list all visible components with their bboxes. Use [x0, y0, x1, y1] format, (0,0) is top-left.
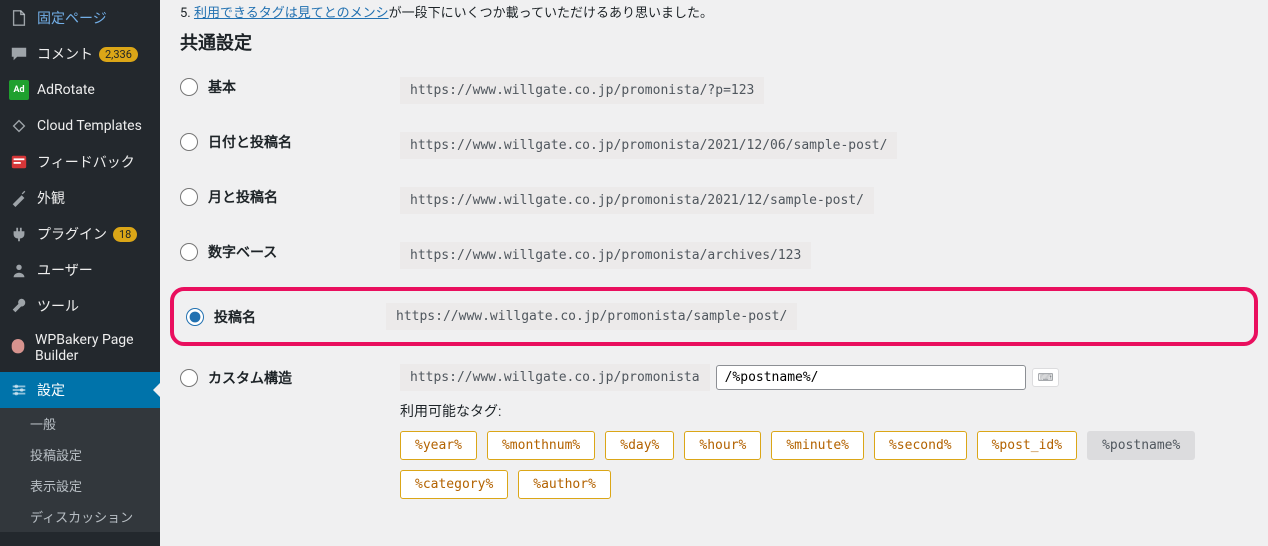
menu-label: コメント: [37, 44, 93, 64]
custom-structure-input[interactable]: [716, 365, 1026, 390]
label-plain: 基本: [208, 77, 236, 97]
radio-monthname[interactable]: [180, 188, 198, 206]
available-tags-label: 利用可能なタグ:: [400, 401, 1248, 421]
menu-label: WPBakery Page Builder: [35, 332, 151, 364]
menu-label: 固定ページ: [37, 8, 107, 28]
submenu-reading[interactable]: 表示設定: [0, 470, 160, 501]
radio-numeric[interactable]: [180, 243, 198, 261]
permalink-options: 基本 https://www.willgate.co.jp/promonista…: [180, 77, 1248, 499]
tag-buttons: %year% %monthnum% %day% %hour% %minute% %seco…: [400, 431, 1248, 499]
menu-label: ツール: [37, 296, 79, 316]
radio-dayname[interactable]: [180, 133, 198, 151]
menu-label: Cloud Templates: [37, 118, 142, 134]
menu-wpbakery[interactable]: WPBakery Page Builder: [0, 324, 160, 372]
tag-button-postname[interactable]: %postname%: [1087, 431, 1195, 460]
option-custom[interactable]: カスタム構造: [180, 364, 400, 388]
main-content: 5. 利用できるタグは見てとのメンシが一段下にいくつか載っていただけるあり思いま…: [160, 0, 1268, 546]
menu-pages[interactable]: 固定ページ: [0, 0, 160, 36]
tag-button-author[interactable]: %author%: [518, 470, 611, 499]
tag-button-category[interactable]: %category%: [400, 470, 508, 499]
menu-label: 設定: [37, 380, 65, 400]
adrotate-icon: Ad: [9, 80, 29, 100]
sample-monthname: https://www.willgate.co.jp/promonista/20…: [400, 187, 874, 214]
plugins-icon: [9, 224, 29, 244]
sample-postname: https://www.willgate.co.jp/promonista/sa…: [386, 303, 797, 330]
admin-sidebar: 固定ページ コメント 2,336 Ad AdRotate Cloud Templ…: [0, 0, 160, 546]
option-postname[interactable]: 投稿名: [186, 307, 386, 327]
radio-plain[interactable]: [180, 78, 198, 96]
comment-icon: [9, 44, 29, 64]
tag-button-post_id[interactable]: %post_id%: [977, 431, 1077, 460]
custom-base: https://www.willgate.co.jp/promonista: [400, 364, 710, 391]
menu-settings[interactable]: 設定: [0, 372, 160, 408]
label-monthname: 月と投稿名: [208, 187, 278, 207]
submenu-writing[interactable]: 投稿設定: [0, 439, 160, 470]
top-note-link[interactable]: 利用できるタグは見てとのメンシ: [194, 6, 389, 21]
sample-plain: https://www.willgate.co.jp/promonista/?p…: [400, 77, 764, 104]
menu-cloud-templates[interactable]: Cloud Templates: [0, 108, 160, 144]
feedback-icon: [9, 152, 29, 172]
top-note: 5. 利用できるタグは見てとのメンシが一段下にいくつか載っていただけるあり思いま…: [180, 0, 1248, 21]
users-icon: [9, 260, 29, 280]
radio-postname[interactable]: [186, 308, 204, 326]
menu-feedback[interactable]: フィードバック: [0, 144, 160, 180]
tag-button-day[interactable]: %day%: [605, 431, 674, 460]
menu-label: ユーザー: [37, 260, 93, 280]
sample-dayname: https://www.willgate.co.jp/promonista/20…: [400, 132, 897, 159]
settings-icon: [9, 380, 29, 400]
label-dayname: 日付と投稿名: [208, 132, 292, 152]
label-custom: カスタム構造: [208, 368, 292, 388]
menu-plugins[interactable]: プラグイン 18: [0, 216, 160, 252]
tag-button-minute[interactable]: %minute%: [771, 431, 864, 460]
section-heading: 共通設定: [180, 29, 1248, 55]
settings-submenu: 一般 投稿設定 表示設定 ディスカッション: [0, 408, 160, 532]
tag-button-year[interactable]: %year%: [400, 431, 477, 460]
wpbakery-icon: [9, 338, 27, 358]
menu-appearance[interactable]: 外観: [0, 180, 160, 216]
menu-label: フィードバック: [37, 152, 135, 172]
comments-count-badge: 2,336: [99, 47, 138, 62]
option-plain[interactable]: 基本: [180, 77, 400, 97]
menu-users[interactable]: ユーザー: [0, 252, 160, 288]
menu-label: プラグイン: [37, 224, 107, 244]
menu-label: 外観: [37, 188, 65, 208]
option-dayname[interactable]: 日付と投稿名: [180, 132, 400, 152]
keyboard-hint-icon: ⌨: [1032, 368, 1060, 387]
appearance-icon: [9, 188, 29, 208]
highlighted-postname-row: 投稿名 https://www.willgate.co.jp/promonist…: [170, 287, 1258, 346]
option-numeric[interactable]: 数字ベース: [180, 242, 400, 262]
plugins-count-badge: 18: [113, 227, 137, 242]
menu-adrotate[interactable]: Ad AdRotate: [0, 72, 160, 108]
label-postname: 投稿名: [214, 307, 256, 327]
menu-tools[interactable]: ツール: [0, 288, 160, 324]
submenu-discussion[interactable]: ディスカッション: [0, 501, 160, 532]
sample-numeric: https://www.willgate.co.jp/promonista/ar…: [400, 242, 811, 269]
tag-button-hour[interactable]: %hour%: [684, 431, 761, 460]
menu-label: AdRotate: [37, 82, 95, 98]
page-icon: [9, 8, 29, 28]
label-numeric: 数字ベース: [208, 242, 277, 262]
tools-icon: [9, 296, 29, 316]
menu-comments[interactable]: コメント 2,336: [0, 36, 160, 72]
cloud-icon: [9, 116, 29, 136]
submenu-general[interactable]: 一般: [0, 408, 160, 439]
tag-button-second[interactable]: %second%: [874, 431, 967, 460]
tag-button-monthnum[interactable]: %monthnum%: [487, 431, 595, 460]
radio-custom[interactable]: [180, 369, 198, 387]
option-monthname[interactable]: 月と投稿名: [180, 187, 400, 207]
